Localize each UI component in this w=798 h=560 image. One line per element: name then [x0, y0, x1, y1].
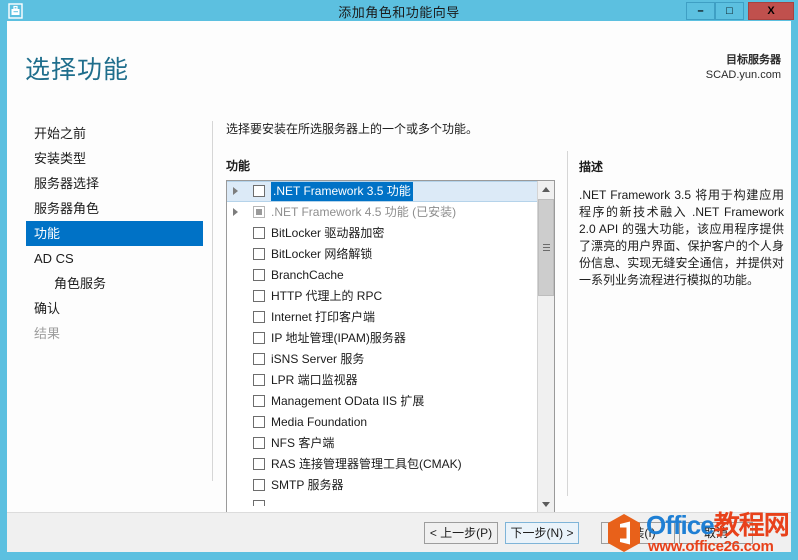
sidebar-item[interactable]: 服务器角色	[26, 196, 203, 221]
feature-label: LPR 端口监视器	[271, 373, 358, 387]
sidebar-item: 结果	[34, 326, 61, 341]
feature-label: BranchCache	[271, 268, 344, 282]
feature-checkbox[interactable]	[253, 185, 265, 197]
sidebar-item[interactable]: 确认	[26, 296, 203, 321]
title-bar: 添加角色和功能向导 – □ X	[0, 0, 798, 21]
features-listbox[interactable]: .NET Framework 3.5 功能 .NET Framework 4.5 …	[226, 180, 555, 514]
feature-row[interactable]: iSNS Server 服务	[227, 349, 537, 370]
wizard-step-nav: 开始之前 安装类型 服务器选择 服务器角色 功能 AD CS 角色服务 确认结果	[26, 121, 203, 346]
scrollbar-grip-icon	[543, 244, 550, 251]
maximize-button[interactable]: □	[715, 2, 744, 20]
feature-row[interactable]: Internet 打印客户端	[227, 307, 537, 328]
feature-checkbox[interactable]	[253, 269, 265, 281]
previous-button[interactable]: < 上一步(P)	[424, 522, 498, 544]
sidebar-item[interactable]: AD CS	[26, 246, 203, 271]
feature-label: IP 地址管理(IPAM)服务器	[271, 331, 406, 345]
features-scrollbar[interactable]	[537, 181, 554, 513]
feature-row[interactable]: SMTP 服务器	[227, 475, 537, 496]
feature-label: iSNS Server 服务	[271, 352, 365, 366]
feature-checkbox[interactable]	[253, 332, 265, 344]
feature-checkbox[interactable]	[253, 248, 265, 260]
feature-checkbox[interactable]	[253, 395, 265, 407]
feature-row[interactable]: BranchCache	[227, 265, 537, 286]
feature-row[interactable]: BitLocker 驱动器加密	[227, 223, 537, 244]
page-title: 选择功能	[25, 56, 130, 84]
feature-checkbox[interactable]	[253, 227, 265, 239]
window-title: 添加角色和功能向导	[338, 5, 460, 20]
feature-checkbox	[253, 206, 265, 218]
feature-checkbox[interactable]	[253, 479, 265, 491]
main-column: 选择要安装在所选服务器上的一个或多个功能。 功能	[226, 121, 556, 174]
client-area: 选择功能 目标服务器 SCAD.yun.com 开始之前 安装类型 服务器选择 服务器…	[7, 21, 791, 552]
description-body: .NET Framework 3.5 将用于构建应用程序的新技术融入 .NET …	[579, 188, 784, 287]
feature-label: .NET Framework 4.5 功能 (已安装)	[271, 205, 457, 219]
feature-label: RAS 连接管理器管理工具包(CMAK)	[271, 457, 462, 471]
feature-checkbox[interactable]	[253, 290, 265, 302]
feature-checkbox[interactable]	[253, 416, 265, 428]
scroll-down-button[interactable]	[538, 496, 554, 513]
feature-label: Media Foundation	[271, 415, 368, 429]
feature-row[interactable]: .NET Framework 3.5 功能	[227, 181, 537, 202]
sidebar-item[interactable]: 功能	[26, 221, 203, 246]
feature-label: HTTP 代理上的 RPC	[271, 289, 383, 303]
feature-row[interactable]: NFS 客户端	[227, 433, 537, 454]
feature-row[interactable]: HTTP 代理上的 RPC	[227, 286, 537, 307]
footer-bar: < 上一步(P) 下一步(N) > 安装(I) 取消	[7, 512, 791, 552]
destination-server-label: 目标服务器	[726, 54, 781, 66]
cancel-button[interactable]: 取消	[679, 522, 753, 544]
scroll-up-button[interactable]	[538, 181, 554, 198]
feature-row[interactable]: Management OData IIS 扩展	[227, 391, 537, 412]
description-panel: 描述 .NET Framework 3.5 将用于构建应用程序的新技术融入 .N…	[579, 158, 784, 289]
sidebar-item[interactable]: 安装类型	[26, 146, 203, 171]
sidebar-item[interactable]: 开始之前	[26, 121, 203, 146]
sidebar-item[interactable]: 服务器选择	[26, 171, 203, 196]
feature-checkbox[interactable]	[253, 353, 265, 365]
feature-label: Management OData IIS 扩展	[271, 394, 425, 408]
feature-label: BitLocker 网络解锁	[271, 247, 373, 261]
feature-label: SMTP 服务器	[271, 478, 344, 492]
feature-checkbox[interactable]	[253, 374, 265, 386]
feature-checkbox[interactable]	[253, 311, 265, 323]
chevron-up-icon	[542, 187, 550, 192]
feature-row[interactable]: BitLocker 网络解锁	[227, 244, 537, 265]
minimize-button[interactable]: –	[686, 2, 715, 20]
feature-checkbox[interactable]	[253, 437, 265, 449]
features-group-label: 功能	[226, 159, 251, 173]
feature-label: BitLocker 驱动器加密	[271, 226, 385, 240]
chevron-down-icon	[542, 502, 550, 507]
feature-row[interactable]: Media Foundation	[227, 412, 537, 433]
install-button[interactable]: 安装(I)	[601, 522, 675, 544]
feature-checkbox[interactable]	[253, 500, 265, 506]
feature-checkbox[interactable]	[253, 458, 265, 470]
feature-row-partial[interactable]	[227, 496, 537, 506]
instruction-text: 选择要安装在所选服务器上的一个或多个功能。	[226, 122, 479, 136]
description-divider	[567, 151, 568, 496]
next-button[interactable]: 下一步(N) >	[505, 522, 579, 544]
destination-server-block: 目标服务器 SCAD.yun.com	[706, 53, 781, 83]
feature-row[interactable]: IP 地址管理(IPAM)服务器	[227, 328, 537, 349]
expand-triangle-icon[interactable]	[233, 208, 238, 216]
nav-divider	[212, 121, 213, 481]
expand-triangle-icon[interactable]	[233, 187, 238, 195]
feature-label: .NET Framework 3.5 功能	[271, 182, 413, 201]
wizard-window: 添加角色和功能向导 – □ X 选择功能 目标服务器 SCAD.yun.com …	[0, 0, 798, 560]
feature-label: Internet 打印客户端	[271, 310, 376, 324]
feature-label: NFS 客户端	[271, 436, 335, 450]
destination-server-value: SCAD.yun.com	[705, 69, 781, 81]
feature-row[interactable]: RAS 连接管理器管理工具包(CMAK)	[227, 454, 537, 475]
sidebar-item[interactable]: 角色服务	[26, 271, 203, 296]
close-button[interactable]: X	[748, 2, 794, 20]
feature-row[interactable]: LPR 端口监视器	[227, 370, 537, 391]
scrollbar-thumb[interactable]	[538, 199, 554, 296]
features-list-rows: .NET Framework 3.5 功能 .NET Framework 4.5 …	[227, 181, 537, 513]
description-title: 描述	[579, 160, 604, 174]
feature-row[interactable]: .NET Framework 4.5 功能 (已安装)	[227, 202, 537, 223]
